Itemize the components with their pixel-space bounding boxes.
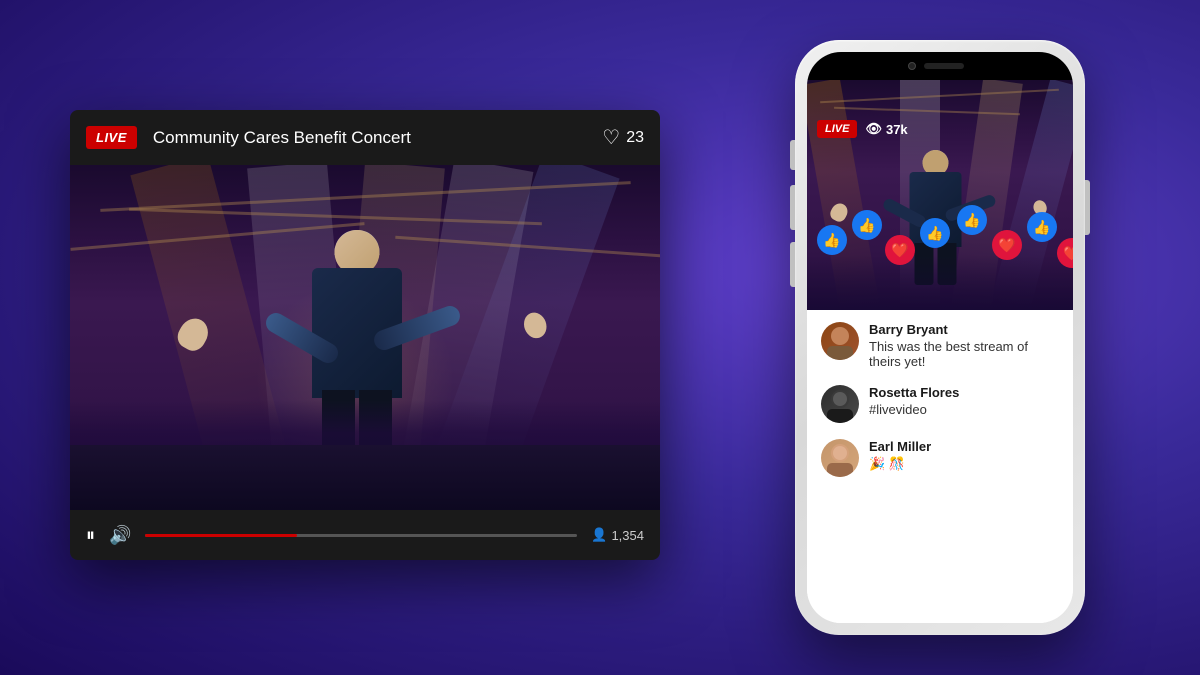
video-controls: ⏸ 🔊 👤 1,354 [70, 510, 660, 560]
phone-comments: Barry Bryant This was the best stream of… [807, 310, 1073, 623]
commenter-name-barry: Barry Bryant [869, 322, 1059, 337]
video-title: Community Cares Benefit Concert [153, 128, 586, 148]
eye-icon: 👁 [865, 121, 882, 137]
live-badge-desktop: LIVE [86, 126, 137, 149]
comment-text-earl: Earl Miller 🎉 🎊 [869, 439, 1059, 472]
progress-bar-fill [145, 534, 296, 537]
heart-area: ♡ 23 [602, 125, 644, 150]
volume-button[interactable]: 🔊 [109, 525, 131, 546]
phone-volume-down-button[interactable] [790, 242, 795, 287]
phone-truss-1 [820, 89, 1059, 104]
phone-front-camera [908, 62, 916, 70]
phone-speaker [924, 63, 964, 69]
comment-text-barry: Barry Bryant This was the best stream of… [869, 322, 1059, 369]
comment-row-2: Rosetta Flores #livevideo [821, 385, 1059, 423]
phone-live-overlay: LIVE 👁 37k [817, 120, 908, 138]
avatar-barry [821, 322, 859, 360]
live-badge-phone: LIVE [817, 120, 857, 138]
pause-button[interactable]: ⏸ [86, 525, 95, 546]
performer-jacket [312, 268, 402, 398]
phone-power-button[interactable] [1085, 180, 1090, 235]
truss-2 [129, 208, 542, 225]
phone-outer: LIVE 👁 37k 👍 👍 ❤️ 👍 👍 ❤️ 👍 ❤️ [795, 40, 1085, 635]
stage-floor [70, 445, 660, 510]
commenter-msg-rosetta: #livevideo [869, 402, 1059, 417]
truss-1 [100, 181, 630, 212]
commenter-name-earl: Earl Miller [869, 439, 1059, 454]
avatar-earl [821, 439, 859, 477]
comment-text-rosetta: Rosetta Flores #livevideo [869, 385, 1059, 417]
viewer-icon: 👤 [591, 527, 607, 543]
phone-crowd [807, 255, 1073, 310]
phone-wrapper: LIVE 👁 37k 👍 👍 ❤️ 👍 👍 ❤️ 👍 ❤️ [795, 40, 1085, 635]
heart-count: 23 [626, 129, 644, 147]
avatar-rosetta [821, 385, 859, 423]
phone-viewer-count: 👁 37k [865, 121, 907, 137]
desktop-video-player: LIVE Community Cares Benefit Concert ♡ 2… [70, 110, 660, 560]
comment-row-3: Earl Miller 🎉 🎊 [821, 439, 1059, 477]
heart-icon[interactable]: ♡ [602, 125, 620, 150]
phone-screen: LIVE 👁 37k 👍 👍 ❤️ 👍 👍 ❤️ 👍 ❤️ [807, 52, 1073, 623]
commenter-msg-barry: This was the best stream of theirs yet! [869, 339, 1059, 369]
commenter-msg-earl: 🎉 🎊 [869, 456, 1059, 472]
phone-performer-jacket [910, 172, 962, 247]
phone-mute-button[interactable] [790, 140, 795, 170]
phone-notch [807, 52, 1073, 80]
phone-volume-up-button[interactable] [790, 185, 795, 230]
progress-bar-track[interactable] [145, 534, 577, 537]
video-header: LIVE Community Cares Benefit Concert ♡ 2… [70, 110, 660, 165]
commenter-name-rosetta: Rosetta Flores [869, 385, 1059, 400]
comment-row-1: Barry Bryant This was the best stream of… [821, 322, 1059, 369]
phone-truss-2 [834, 107, 1020, 115]
phone-video: LIVE 👁 37k 👍 👍 ❤️ 👍 👍 ❤️ 👍 ❤️ [807, 80, 1073, 310]
viewer-count-desktop: 👤 1,354 [591, 527, 644, 543]
video-scene [70, 165, 660, 510]
